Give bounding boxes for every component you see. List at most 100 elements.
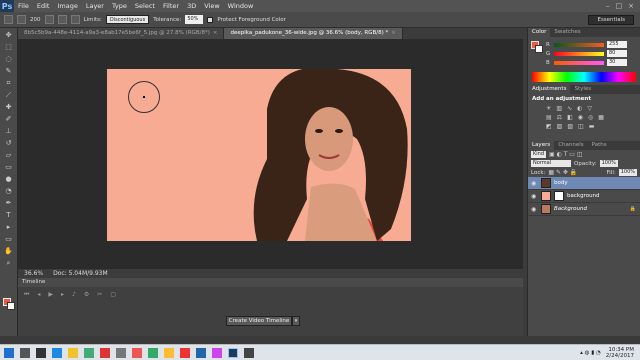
menu-file[interactable]: File — [14, 0, 33, 12]
invert-icon[interactable]: ◩ — [546, 123, 552, 130]
task-view-icon[interactable] — [36, 347, 46, 358]
menu-edit[interactable]: Edit — [33, 0, 54, 12]
path-select-tool-icon[interactable]: ▸ — [3, 223, 15, 232]
photo-filter-icon[interactable]: ◉ — [578, 114, 583, 121]
menu-image[interactable]: Image — [53, 0, 81, 12]
black-white-icon[interactable]: ◧ — [567, 114, 573, 121]
tab-channels[interactable]: Channels — [554, 141, 587, 150]
blue-slider[interactable] — [554, 60, 604, 65]
background-eraser-icon[interactable] — [4, 15, 13, 24]
tray-icons[interactable]: ▴ ◍ ▮ ◔ — [580, 350, 601, 356]
audio-icon[interactable]: ♪ — [72, 291, 76, 299]
panel-background-swatch[interactable] — [535, 45, 543, 53]
limits-select[interactable]: Discontiguous — [105, 15, 150, 24]
protect-foreground-checkbox[interactable] — [207, 16, 214, 23]
move-tool-icon[interactable]: ✥ — [3, 31, 15, 40]
sampling-continuous-icon[interactable] — [44, 15, 54, 24]
prev-frame-icon[interactable]: ◂ — [37, 291, 40, 299]
next-frame-icon[interactable]: ▸ — [61, 291, 64, 299]
eraser-tool-icon[interactable]: ▱ — [3, 151, 15, 160]
play-icon[interactable]: ▶ — [48, 291, 53, 299]
workspace-switcher[interactable]: Essentials — [588, 14, 634, 25]
menu-window[interactable]: Window — [224, 0, 258, 12]
channel-mixer-icon[interactable]: ◎ — [588, 114, 593, 121]
store-icon[interactable] — [84, 347, 94, 358]
layer-name[interactable]: Background — [554, 206, 587, 212]
tab-swatches[interactable]: Swatches — [550, 28, 584, 37]
menu-select[interactable]: Select — [131, 0, 159, 12]
layer-name[interactable]: background — [567, 193, 600, 199]
crop-tool-icon[interactable]: ⌗ — [3, 79, 15, 88]
tab-paths[interactable]: Paths — [588, 141, 611, 150]
background-color-swatch[interactable] — [7, 302, 15, 310]
app-icon[interactable] — [212, 347, 222, 358]
pen-tool-icon[interactable]: ✒ — [3, 199, 15, 208]
settings-icon[interactable]: ⚙ — [84, 291, 89, 299]
layer-name[interactable]: body — [554, 180, 568, 186]
menu-filter[interactable]: Filter — [159, 0, 183, 12]
visibility-eye-icon[interactable]: ◉ — [531, 180, 538, 187]
minimize-button[interactable]: – — [606, 2, 610, 10]
blue-value[interactable]: 30 — [607, 59, 627, 66]
curves-icon[interactable]: ∿ — [567, 105, 572, 112]
chrome-icon[interactable] — [164, 347, 174, 358]
transition-icon[interactable]: ▢ — [110, 291, 116, 299]
search-icon[interactable] — [20, 347, 30, 358]
fill-input[interactable]: 100% — [618, 169, 637, 176]
lock-icons[interactable]: ▦ ✎ ✥ 🔒 — [548, 169, 577, 176]
red-slider[interactable] — [554, 42, 604, 47]
shape-tool-icon[interactable]: ▭ — [3, 235, 15, 244]
lasso-tool-icon[interactable]: ◌ — [3, 55, 15, 64]
zoom-level[interactable]: 36.6% — [24, 270, 43, 277]
create-video-timeline-button[interactable]: Create Video Timeline — [226, 316, 292, 326]
timeline-mode-dropdown[interactable]: ▾ — [292, 316, 300, 326]
tab-document-2[interactable]: deepika_padukone_36-wide.jpg @ 36.6% (bo… — [224, 28, 403, 39]
split-icon[interactable]: ✂ — [97, 291, 102, 299]
tab-color[interactable]: Color — [528, 28, 551, 37]
app-icon[interactable] — [196, 347, 206, 358]
quick-select-tool-icon[interactable]: ✎ — [3, 67, 15, 76]
app-icon[interactable] — [100, 347, 110, 358]
maximize-button[interactable]: □ — [616, 2, 623, 10]
color-lookup-icon[interactable]: ▦ — [598, 114, 604, 121]
blend-mode-select[interactable]: Normal — [531, 160, 571, 167]
edge-icon[interactable] — [52, 347, 62, 358]
start-icon[interactable] — [4, 347, 14, 358]
healing-tool-icon[interactable]: ✚ — [3, 103, 15, 112]
tab-adjustments[interactable]: Adjustments — [528, 85, 571, 94]
close-tab-icon[interactable]: × — [213, 30, 218, 36]
eyedropper-tool-icon[interactable]: ⟋ — [3, 91, 15, 100]
gradient-map-icon[interactable]: ▬ — [589, 123, 595, 130]
zoom-tool-icon[interactable]: ⌕ — [3, 259, 15, 268]
close-tab-icon[interactable]: × — [391, 30, 396, 36]
green-slider[interactable] — [554, 51, 604, 56]
marquee-tool-icon[interactable]: ⬚ — [3, 43, 15, 52]
layer-row-background[interactable]: ◉ Background 🔒 — [528, 203, 640, 216]
sampling-swatch-icon[interactable] — [70, 15, 80, 24]
dodge-tool-icon[interactable]: ◔ — [3, 187, 15, 196]
layer-row-body[interactable]: ◉ body — [528, 177, 640, 190]
tolerance-input[interactable]: 50% — [185, 15, 204, 24]
app-icon[interactable] — [180, 347, 190, 358]
red-value[interactable]: 255 — [607, 41, 627, 48]
gradient-tool-icon[interactable]: ▭ — [3, 163, 15, 172]
opacity-input[interactable]: 100% — [599, 160, 618, 167]
brush-tool-icon[interactable]: ✐ — [3, 115, 15, 124]
brush-size[interactable]: 200 — [30, 17, 41, 23]
green-value[interactable]: 80 — [607, 50, 627, 57]
sampling-once-icon[interactable] — [57, 15, 67, 24]
color-spectrum[interactable] — [532, 72, 636, 82]
brightness-icon[interactable]: ☀ — [546, 105, 551, 112]
layer-row-background-fill[interactable]: ◉ background — [528, 190, 640, 203]
tab-document-1[interactable]: 8b5c5b9a-448e-4114-a9a3-e8ab17e5be6f_5.j… — [18, 28, 225, 39]
clock-date[interactable]: 2/24/2017 — [606, 353, 634, 359]
vibrance-icon[interactable]: ▽ — [587, 105, 592, 112]
menu-type[interactable]: Type — [108, 0, 131, 12]
app-icon[interactable] — [116, 347, 126, 358]
posterize-icon[interactable]: ▨ — [557, 123, 563, 130]
history-brush-tool-icon[interactable]: ↺ — [3, 139, 15, 148]
tab-layers[interactable]: Layers — [528, 141, 555, 150]
app-icon[interactable] — [244, 347, 254, 358]
app-icon[interactable] — [148, 347, 158, 358]
menu-layer[interactable]: Layer — [82, 0, 108, 12]
